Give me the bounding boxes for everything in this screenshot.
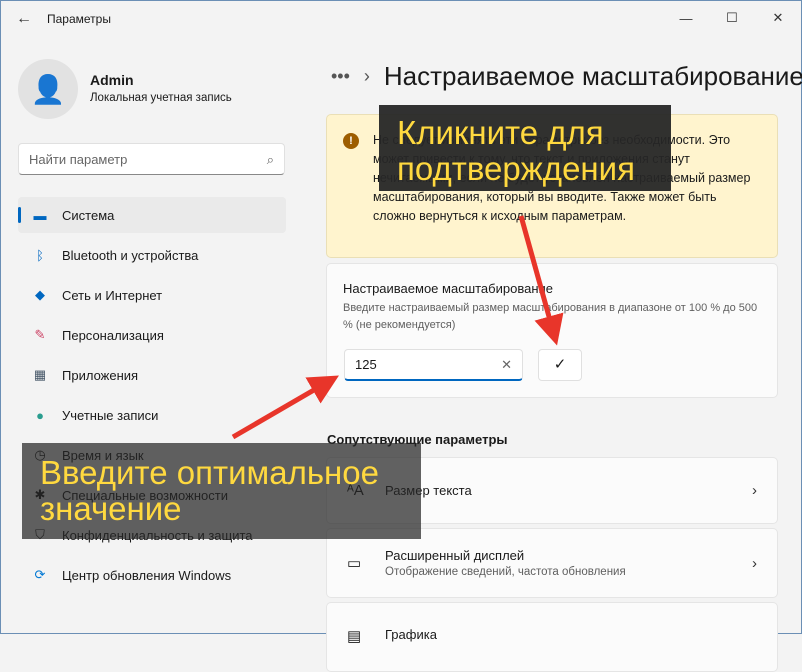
warning-text: Не следует изменять эти параметры без не… bbox=[373, 133, 751, 223]
maximize-button[interactable]: ☐ bbox=[709, 1, 755, 35]
sidebar-item-label: Сеть и Интернет bbox=[62, 287, 163, 303]
breadcrumb: ••• › Настраиваемое масштабирование bbox=[331, 61, 802, 92]
sidebar-item-label: Система bbox=[62, 207, 115, 223]
chevron-right-icon: › bbox=[752, 482, 757, 499]
sidebar-item-label: Персонализация bbox=[62, 327, 164, 343]
row-title: Размер текста bbox=[385, 483, 472, 498]
wifi-icon: ◆ bbox=[35, 287, 45, 302]
clear-icon[interactable]: ✕ bbox=[501, 357, 512, 372]
more-icon[interactable]: ••• bbox=[331, 66, 350, 87]
apps-icon: ▦ bbox=[33, 367, 47, 382]
window-title: Параметры bbox=[47, 12, 111, 26]
scaling-title: Настраиваемое масштабирование bbox=[343, 281, 553, 296]
row-title: Графика bbox=[385, 627, 437, 642]
chevron-right-icon: › bbox=[363, 66, 370, 86]
sidebar-nav: ▬ Система ᛒ Bluetooth и устройства ◆ Сеть и… bbox=[18, 197, 286, 597]
warning-banner: ! Не следует изменять эти параметры без … bbox=[326, 114, 778, 258]
sidebar-item-time[interactable]: ◷ Время и язык bbox=[18, 437, 286, 473]
user-subtitle: Локальная учетная запись bbox=[90, 92, 232, 104]
text-size-row[interactable]: ᴬA Размер текста › bbox=[326, 457, 778, 524]
row-title: Расширенный дисплей bbox=[385, 548, 525, 563]
sidebar-item-apps[interactable]: ▦ Приложения bbox=[18, 357, 286, 393]
user-name: Admin bbox=[90, 72, 134, 88]
bluetooth-icon: ᛒ bbox=[36, 247, 44, 263]
graphics-row[interactable]: ▤ Графика bbox=[326, 602, 778, 672]
monitor-icon: ▬ bbox=[33, 207, 47, 223]
confirm-button[interactable]: ✓ bbox=[538, 349, 582, 381]
sidebar-item-windows-update[interactable]: ⟳ Центр обновления Windows bbox=[18, 557, 286, 593]
sidebar-item-bluetooth[interactable]: ᛒ Bluetooth и устройства bbox=[18, 237, 286, 273]
monitor-icon: ▭ bbox=[347, 555, 362, 572]
brush-icon: ✎ bbox=[34, 327, 46, 342]
clock-icon: ◷ bbox=[34, 447, 46, 462]
sidebar-item-label: Bluetooth и устройства bbox=[62, 247, 199, 263]
user-profile: 👤 Admin Локальная учетная запись bbox=[18, 59, 232, 119]
scaling-input[interactable]: 125 ✕ bbox=[344, 349, 523, 381]
graphics-icon: ▤ bbox=[347, 628, 362, 645]
row-subtitle: Отображение сведений, частота обновления bbox=[385, 566, 626, 578]
accessibility-icon: ✱ bbox=[34, 487, 46, 502]
sidebar-item-network[interactable]: ◆ Сеть и Интернет bbox=[18, 277, 286, 313]
search-icon: ⌕ bbox=[266, 152, 274, 167]
advanced-display-row[interactable]: ▭ Расширенный дисплей Отображение сведений… bbox=[326, 528, 778, 598]
update-icon: ⟳ bbox=[34, 567, 46, 582]
sidebar-item-label: Конфиденциальность и защита bbox=[62, 527, 253, 543]
back-arrow-icon[interactable]: ← bbox=[1, 10, 47, 28]
sidebar-item-label: Время и язык bbox=[62, 447, 144, 463]
page-title: Настраиваемое масштабирование bbox=[383, 61, 802, 91]
sidebar-item-accessibility[interactable]: ✱ Специальные возможности bbox=[18, 477, 286, 513]
avatar: 👤 bbox=[18, 59, 78, 119]
minimize-button[interactable]: — bbox=[663, 1, 709, 35]
sidebar-item-label: Приложения bbox=[62, 367, 139, 383]
sidebar-item-label: Специальные возможности bbox=[62, 487, 228, 503]
sidebar-item-label: Учетные записи bbox=[62, 407, 159, 423]
shield-icon: ⛉ bbox=[35, 527, 45, 542]
text-size-icon: ᴬA bbox=[347, 482, 364, 499]
checkmark-icon: ✓ bbox=[553, 356, 567, 373]
scaling-description: Введите настраиваемый размер масштабиров… bbox=[343, 302, 758, 331]
search-input[interactable]: Найти параметр ⌕ bbox=[18, 143, 285, 175]
person-icon: ● bbox=[36, 407, 44, 423]
warning-icon: ! bbox=[343, 133, 359, 149]
scaling-value: 125 bbox=[355, 357, 377, 372]
custom-scaling-card: Настраиваемое масштабирование Введите на… bbox=[326, 263, 778, 398]
sidebar-item-system[interactable]: ▬ Система bbox=[18, 197, 286, 233]
sidebar-item-privacy[interactable]: ⛉ Конфиденциальность и защита bbox=[18, 517, 286, 553]
sidebar-item-label: Центр обновления Windows bbox=[62, 567, 232, 583]
search-placeholder: Найти параметр bbox=[29, 152, 128, 167]
sidebar-item-accounts[interactable]: ● Учетные записи bbox=[18, 397, 286, 433]
sidebar-item-personalization[interactable]: ✎ Персонализация bbox=[18, 317, 286, 353]
title-bar: ← Параметры — ☐ ✕ bbox=[1, 1, 801, 37]
related-settings-heading: Сопутствующие параметры bbox=[327, 432, 508, 447]
close-button[interactable]: ✕ bbox=[755, 1, 801, 35]
chevron-right-icon: › bbox=[752, 554, 757, 572]
